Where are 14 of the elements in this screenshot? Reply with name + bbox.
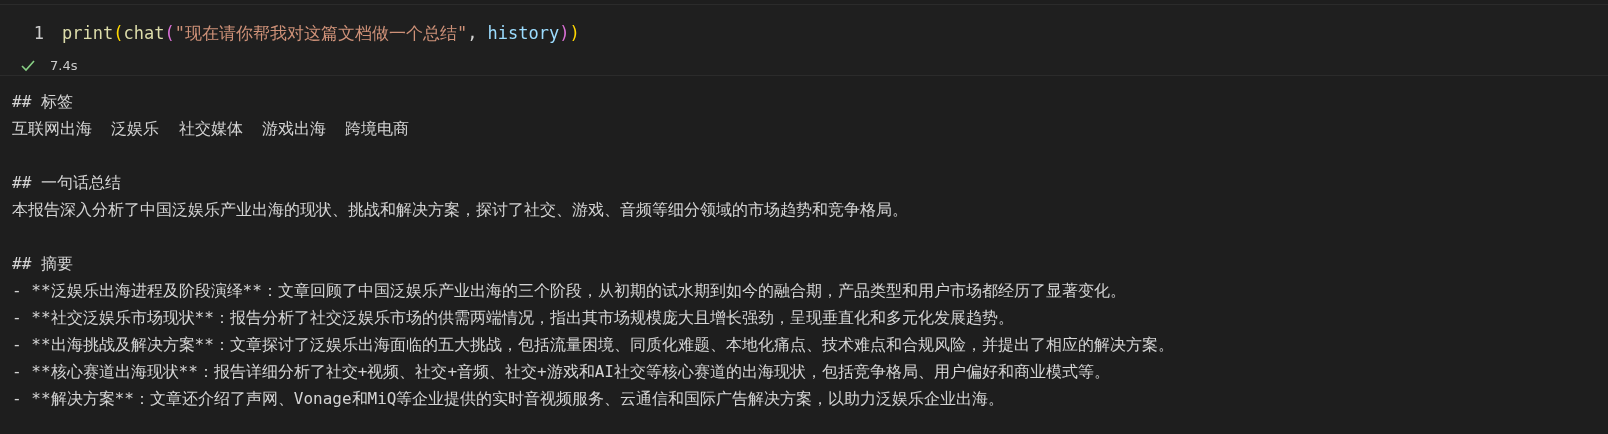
output-line: 本报告深入分析了中国泛娱乐产业出海的现状、挑战和解决方案，探讨了社交、游戏、音频等细分领域的市场趋势和竞争格局。 — [12, 199, 908, 221]
line-number: 1 — [32, 22, 45, 46]
output-line: ## 摘要 — [12, 253, 73, 275]
output-line: ## 标签 — [12, 91, 73, 113]
output-line: - **解决方案**：文章还介绍了声网、Vonage和MiQ等企业提供的实时音视频服务、云通信和国际广告解决方案，以助力泛娱乐企业出海。 — [12, 388, 1005, 410]
output-line: - **出海挑战及解决方案**：文章探讨了泛娱乐出海面临的五大挑战，包括流量困境、同质化难题、本地化痛点、技术难点和合规风险，并提出了相应的解决方案。 — [12, 334, 1174, 356]
output-line: - **社交泛娱乐市场现状**：报告分析了社交泛娱乐市场的供需两端情况，指出其市场规模庞大且增长强劲，呈现垂直化和多元化发展趋势。 — [12, 307, 1014, 329]
output-line: ## 一句话总结 — [12, 172, 121, 194]
output-line: 互联网出海 泛娱乐 社交媒体 游戏出海 跨境电商 — [12, 118, 410, 140]
execution-time: 7.4s — [50, 57, 78, 76]
code-line: print(chat("现在请你帮我对这篇文档做一个总结", history)) — [62, 22, 580, 46]
output-line: - **核心赛道出海现状**：报告详细分析了社交+视频、社交+音频、社交+游戏和AI社交等核心赛道的出海现状，包括竞争格局、用户偏好和商业模式等。 — [12, 361, 1110, 383]
output-line: - **泛娱乐出海进程及阶段演绎**：文章回顾了中国泛娱乐产业出海的三个阶段，从初期的试水期到如今的融合期，产品类型和用户市场都经历了显著变化。 — [12, 280, 1126, 302]
code-cell[interactable]: 1 print(chat("现在请你帮我对这篇文档做一个总结", history)) 7.4s — [0, 4, 1608, 76]
